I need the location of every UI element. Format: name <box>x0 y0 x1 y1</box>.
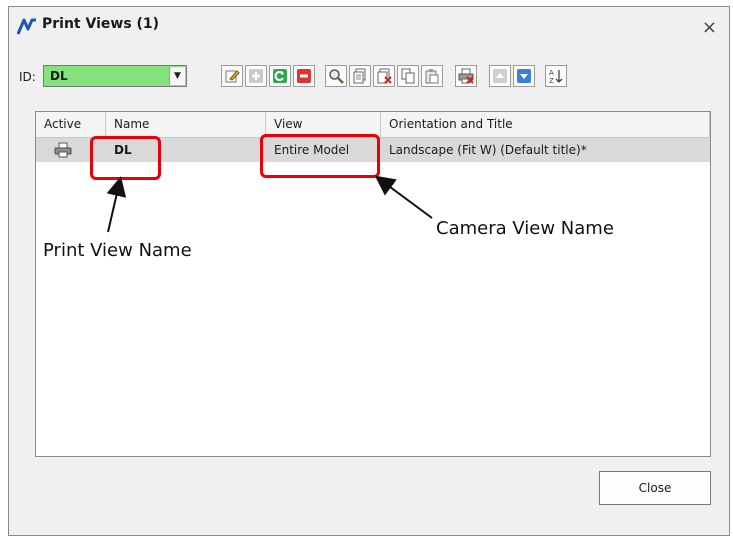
camera-view-name-annotation: Camera View Name <box>436 218 614 239</box>
camera-view-arrow <box>374 175 433 219</box>
print-view-arrow <box>106 176 127 233</box>
annotation-arrows <box>106 175 433 233</box>
print-view-name-annotation: Print View Name <box>43 240 192 261</box>
